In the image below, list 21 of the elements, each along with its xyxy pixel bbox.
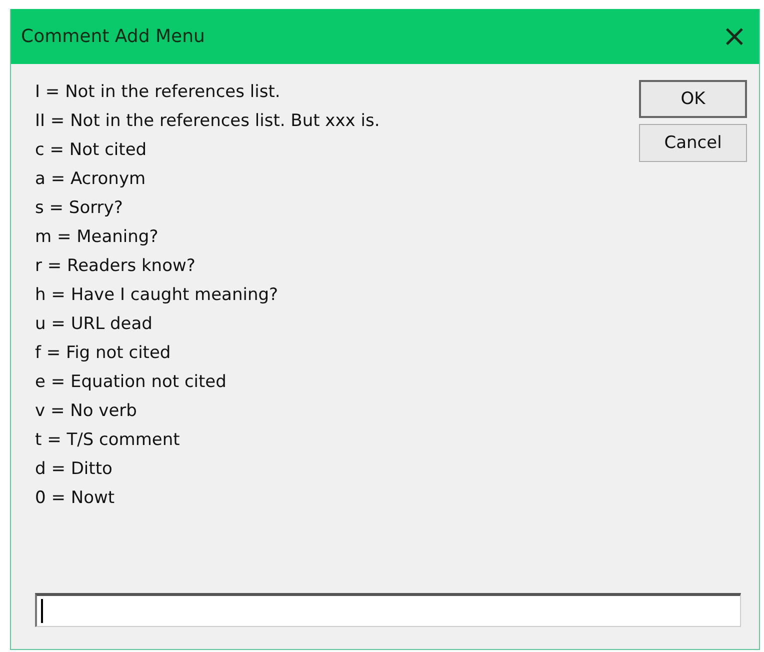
close-button[interactable]: × [716, 22, 753, 52]
legend-line: r = Readers know? [35, 255, 196, 278]
legend-line: f = Fig not cited [35, 342, 172, 365]
legend-line: u = URL dead [35, 313, 154, 336]
legend-line: a = Acronym [35, 168, 147, 191]
window-title: Comment Add Menu [21, 26, 205, 47]
legend-line: I = Not in the references list. [35, 81, 282, 104]
dialog-button[interactable]: OK [639, 80, 747, 118]
text-cursor [41, 599, 43, 623]
legend-line: d = Ditto [35, 458, 114, 481]
input-field[interactable] [35, 593, 741, 627]
legend-line: 0 = Nowt [35, 487, 116, 510]
legend-line: e = Equation not cited [35, 371, 228, 394]
legend-line: m = Meaning? [35, 226, 160, 249]
legend-line: v = No verb [35, 400, 138, 423]
dialog-button[interactable]: Cancel [639, 124, 747, 162]
legend-line: s = Sorry? [35, 197, 124, 220]
legend-line: h = Have I caught meaning? [35, 284, 280, 307]
legend-line: II = Not in the references list. But xxx is. [35, 110, 380, 133]
legend-line: t = T/S comment [35, 429, 181, 452]
legend-line: c = Not cited [35, 139, 148, 162]
